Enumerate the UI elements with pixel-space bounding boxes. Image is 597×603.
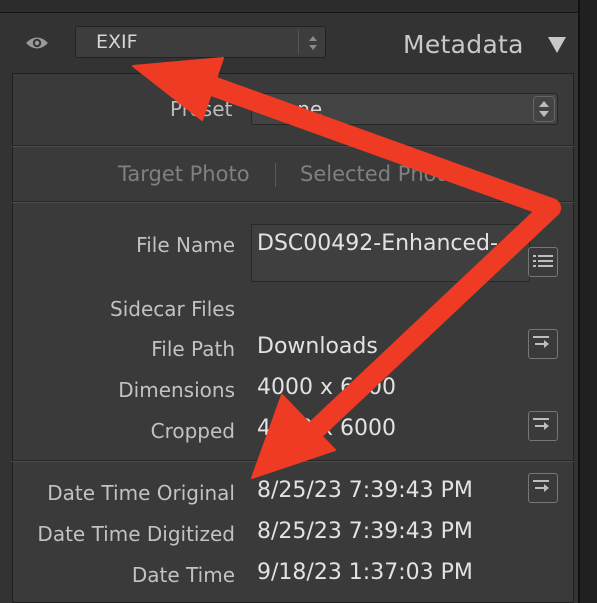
divider [12,202,574,203]
arrow-right-icon[interactable] [528,411,558,441]
scroll-gutter[interactable] [580,0,597,603]
field-value-file-name: DSC00492-Enhanced- [257,231,498,256]
tab-target-photo[interactable]: Target Photo [118,162,250,186]
field-value-date-time: 9/18/23 1:37:03 PM [257,560,473,585]
arrow-right-icon[interactable] [528,329,558,359]
field-label-sidecar-files: Sidecar Files [110,297,235,321]
arrow-right-icon[interactable] [528,473,558,503]
field-value-file-path: Downloads [257,334,378,359]
select-divider [298,30,299,54]
field-label-cropped: Cropped [150,419,235,443]
file-name-field[interactable]: DSC00492-Enhanced- [251,224,530,282]
eye-icon[interactable] [25,33,49,53]
field-label-date-time: Date Time [131,563,235,587]
up-down-stepper-icon [307,34,319,52]
field-value-date-time-original: 8/25/23 7:39:43 PM [257,478,473,503]
preset-label: Preset [170,97,233,121]
field-label-file-path: File Path [151,337,235,361]
tab-separator [275,163,276,187]
field-value-cropped: 4000 x 6000 [257,416,396,441]
panel-top-edge [0,0,578,13]
field-label-date-time-digitized: Date Time Digitized [37,522,235,546]
metadata-panel: EXIF Metadata Preset None Target Photo S… [0,0,580,603]
field-label-date-time-original: Date Time Original [47,481,235,505]
preset-dropdown[interactable]: None [251,93,558,125]
field-value-dimensions: 4000 x 6000 [257,375,396,400]
preset-dropdown-value: None [270,97,323,121]
up-down-stepper-icon [533,96,555,122]
field-label-dimensions: Dimensions [118,378,235,402]
divider [12,461,574,462]
field-value-date-time-digitized: 8/25/23 7:39:43 PM [257,519,473,544]
divider [12,146,574,147]
metadata-preset-select[interactable]: EXIF [75,26,326,58]
tab-selected-photos[interactable]: Selected Photos [300,162,469,186]
triangle-down-icon[interactable] [547,36,567,54]
panel-title[interactable]: Metadata [403,30,524,59]
field-label-file-name: File Name [136,233,235,257]
metadata-preset-value: EXIF [96,31,138,53]
list-icon[interactable] [528,247,558,277]
